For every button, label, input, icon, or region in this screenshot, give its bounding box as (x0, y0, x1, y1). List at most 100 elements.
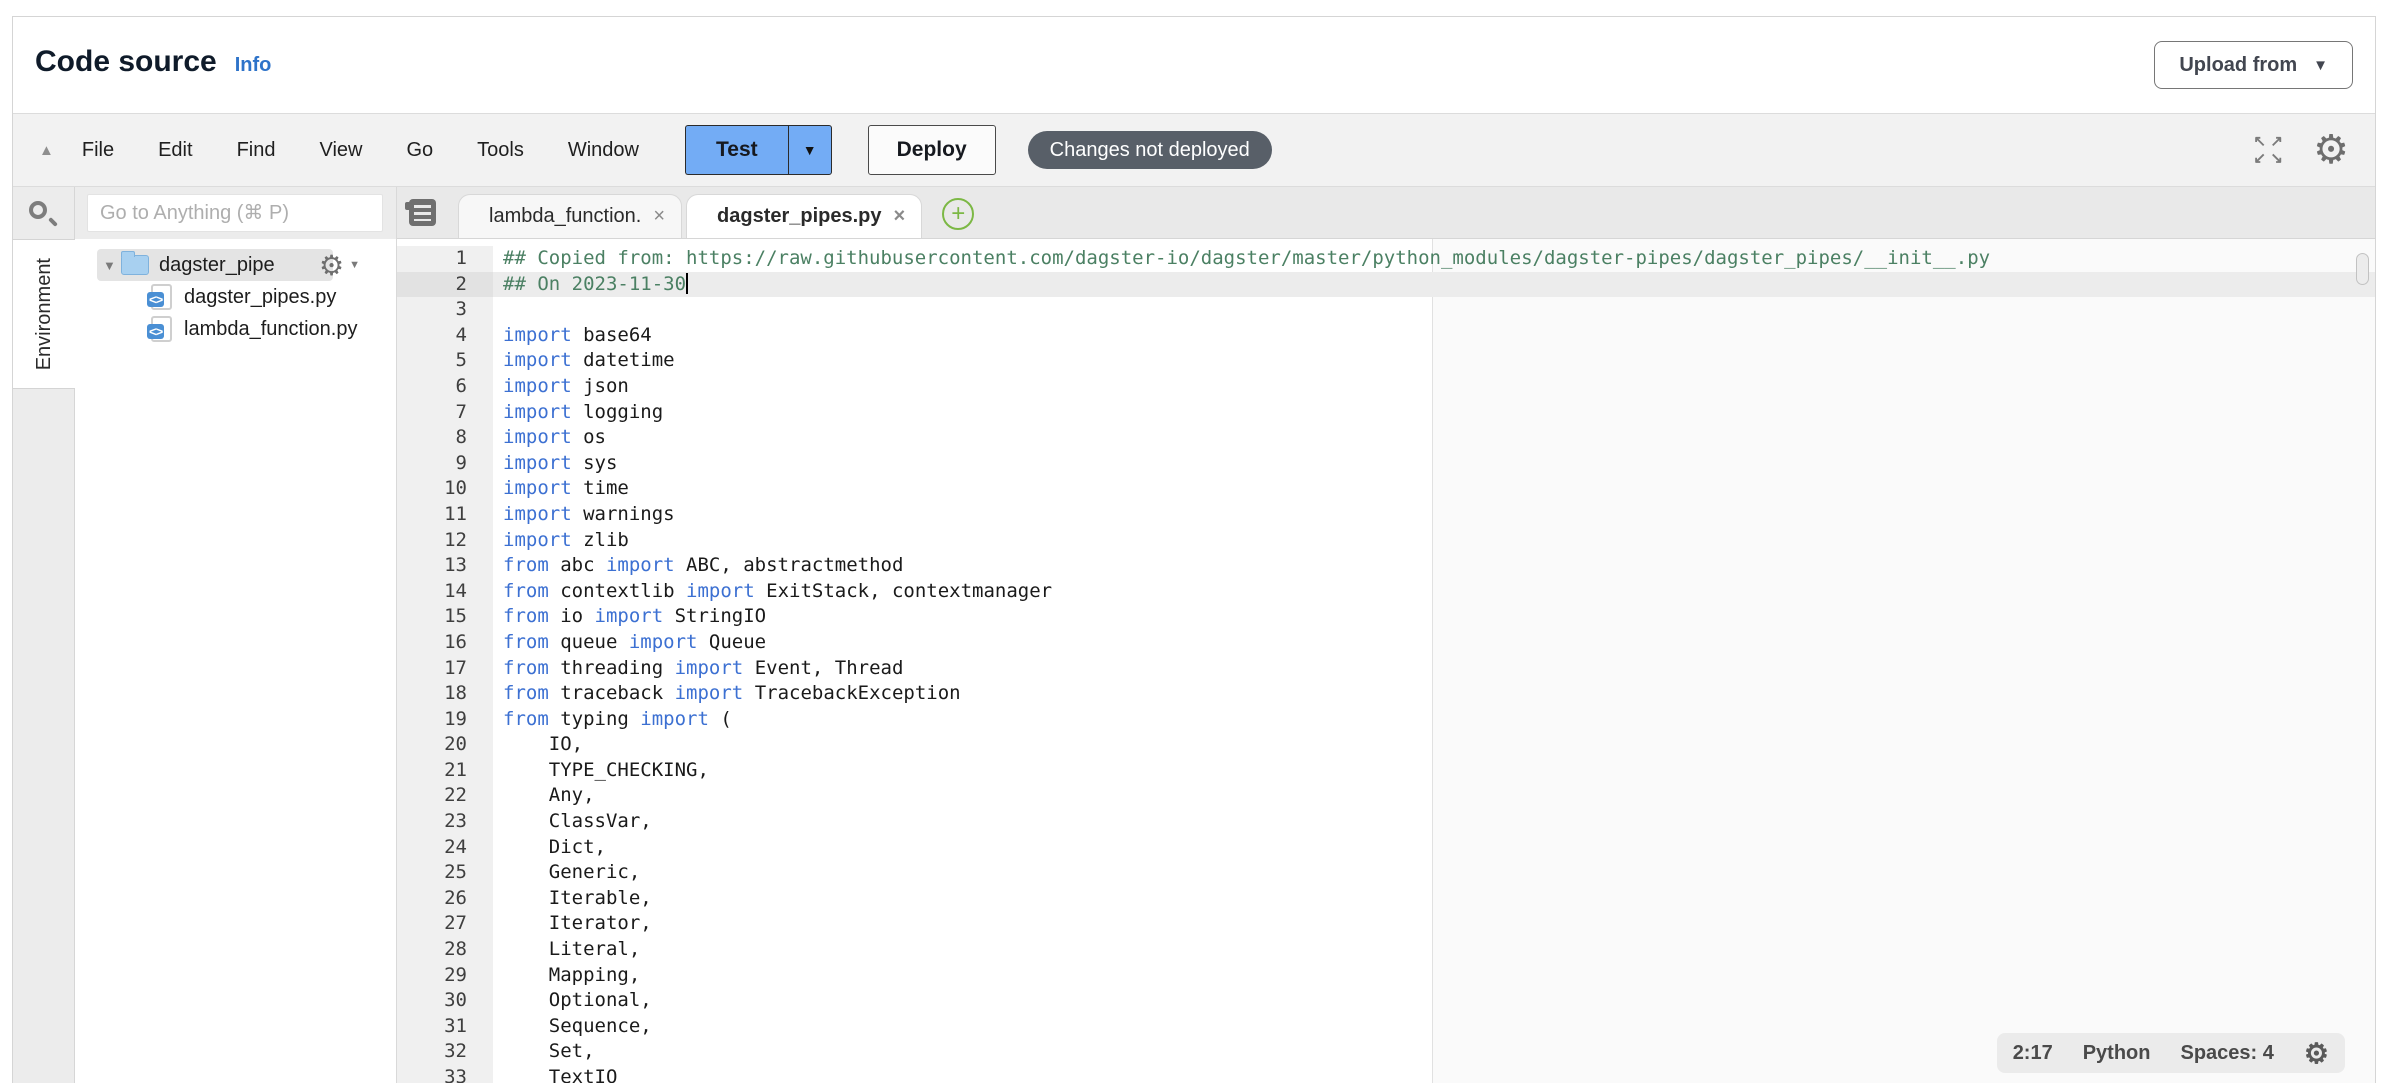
line-number[interactable]: 16 (397, 630, 493, 656)
info-link[interactable]: Info (235, 54, 272, 77)
code-text[interactable]: ## Copied from: https://raw.githubuserco… (493, 246, 2375, 272)
code-text[interactable]: TYPE_CHECKING, (493, 758, 2375, 784)
code-line[interactable]: 12import zlib (397, 528, 2375, 554)
code-line[interactable]: 9import sys (397, 451, 2375, 477)
code-line[interactable]: 14from contextlib import ExitStack, cont… (397, 579, 2375, 605)
code-line[interactable]: 25 Generic, (397, 860, 2375, 886)
code-text[interactable]: from queue import Queue (493, 630, 2375, 656)
line-number[interactable]: 21 (397, 758, 493, 784)
code-line[interactable]: 19from typing import ( (397, 707, 2375, 733)
code-line[interactable]: 22 Any, (397, 783, 2375, 809)
line-number[interactable]: 12 (397, 528, 493, 554)
code-line[interactable]: 1## Copied from: https://raw.githubuserc… (397, 246, 2375, 272)
line-number[interactable]: 11 (397, 502, 493, 528)
code-text[interactable]: Mapping, (493, 963, 2375, 989)
code-text[interactable]: from threading import Event, Thread (493, 656, 2375, 682)
menu-item-go[interactable]: Go (406, 139, 433, 162)
line-number[interactable]: 31 (397, 1014, 493, 1040)
line-number[interactable]: 27 (397, 911, 493, 937)
code-line[interactable]: 6import json (397, 374, 2375, 400)
statusbar-gear-icon[interactable]: ⚙ (2304, 1037, 2329, 1070)
tree-folder-row[interactable]: ▼ dagster_pipes_funct ⚙ ▼ (75, 249, 396, 281)
line-number[interactable]: 10 (397, 476, 493, 502)
code-text[interactable]: import os (493, 425, 2375, 451)
code-line[interactable]: 15from io import StringIO (397, 604, 2375, 630)
cursor-position[interactable]: 2:17 (2013, 1042, 2053, 1065)
code-text[interactable]: Iterator, (493, 911, 2375, 937)
line-number[interactable]: 30 (397, 988, 493, 1014)
vertical-scrollbar-thumb[interactable] (2356, 253, 2369, 285)
line-number[interactable]: 8 (397, 425, 493, 451)
line-number[interactable]: 32 (397, 1039, 493, 1065)
line-number[interactable]: 17 (397, 656, 493, 682)
code-line[interactable]: 13from abc import ABC, abstractmethod (397, 553, 2375, 579)
code-text[interactable]: import base64 (493, 323, 2375, 349)
menu-item-edit[interactable]: Edit (158, 139, 192, 162)
code-text[interactable]: Any, (493, 783, 2375, 809)
code-text[interactable]: import warnings (493, 502, 2375, 528)
language-label[interactable]: Python (2083, 1042, 2151, 1065)
menu-item-file[interactable]: File (82, 139, 114, 162)
line-number[interactable]: 22 (397, 783, 493, 809)
code-text[interactable]: IO, (493, 732, 2375, 758)
code-line[interactable]: 28 Literal, (397, 937, 2375, 963)
folder-caret-icon[interactable]: ▼ (103, 258, 119, 273)
code-text[interactable]: from contextlib import ExitStack, contex… (493, 579, 2375, 605)
search-icon[interactable] (27, 199, 57, 229)
code-text[interactable]: import datetime (493, 348, 2375, 374)
line-number[interactable]: 15 (397, 604, 493, 630)
code-line[interactable]: 3 (397, 297, 2375, 323)
tree-file-row[interactable]: <>dagster_pipes.py (75, 281, 396, 313)
goto-anything-input[interactable] (87, 194, 383, 232)
code-text[interactable]: import logging (493, 400, 2375, 426)
code-text[interactable]: import time (493, 476, 2375, 502)
line-number[interactable]: 14 (397, 579, 493, 605)
code-area[interactable]: 1## Copied from: https://raw.githubuserc… (397, 239, 2375, 1083)
environment-tab[interactable]: Environment (13, 239, 76, 389)
line-number[interactable]: 13 (397, 553, 493, 579)
code-text[interactable]: import sys (493, 451, 2375, 477)
code-text[interactable]: from typing import ( (493, 707, 2375, 733)
code-line[interactable]: 4import base64 (397, 323, 2375, 349)
test-caret-button[interactable]: ▼ (788, 125, 832, 175)
line-number[interactable]: 26 (397, 886, 493, 912)
line-number[interactable]: 28 (397, 937, 493, 963)
code-line[interactable]: 8import os (397, 425, 2375, 451)
new-tab-button[interactable]: + (942, 198, 974, 230)
code-line[interactable]: 5import datetime (397, 348, 2375, 374)
line-number[interactable]: 20 (397, 732, 493, 758)
code-line[interactable]: 18from traceback import TracebackExcepti… (397, 681, 2375, 707)
upload-from-button[interactable]: Upload from ▼ (2154, 41, 2353, 89)
line-number[interactable]: 6 (397, 374, 493, 400)
code-text[interactable]: Iterable, (493, 886, 2375, 912)
line-number[interactable]: 25 (397, 860, 493, 886)
line-number[interactable]: 1 (397, 246, 493, 272)
code-line[interactable]: 21 TYPE_CHECKING, (397, 758, 2375, 784)
collapse-triangle-icon[interactable]: ▲ (39, 142, 54, 159)
line-number[interactable]: 29 (397, 963, 493, 989)
line-number[interactable]: 23 (397, 809, 493, 835)
spaces-label[interactable]: Spaces: 4 (2181, 1042, 2274, 1065)
code-text[interactable] (493, 297, 2375, 323)
menu-item-find[interactable]: Find (237, 139, 276, 162)
menu-item-window[interactable]: Window (568, 139, 639, 162)
code-text[interactable]: ClassVar, (493, 809, 2375, 835)
deploy-button[interactable]: Deploy (868, 125, 996, 175)
test-button[interactable]: Test (685, 125, 788, 175)
code-line[interactable]: 11import warnings (397, 502, 2375, 528)
code-line[interactable]: 17from threading import Event, Thread (397, 656, 2375, 682)
code-text[interactable]: from traceback import TracebackException (493, 681, 2375, 707)
line-number[interactable]: 4 (397, 323, 493, 349)
files-list-icon[interactable] (409, 199, 436, 226)
code-line[interactable]: 2## On 2023-11-30 (397, 272, 2375, 298)
code-line[interactable]: 30 Optional, (397, 988, 2375, 1014)
line-number[interactable]: 18 (397, 681, 493, 707)
code-text[interactable]: import json (493, 374, 2375, 400)
line-number[interactable]: 3 (397, 297, 493, 323)
code-line[interactable]: 10import time (397, 476, 2375, 502)
menu-item-tools[interactable]: Tools (477, 139, 524, 162)
tab-dagster_pipespy[interactable]: dagster_pipes.py× (686, 194, 922, 238)
menu-item-view[interactable]: View (319, 139, 362, 162)
line-number[interactable]: 2 (397, 272, 493, 298)
settings-gear-icon[interactable]: ⚙ (2313, 127, 2349, 173)
